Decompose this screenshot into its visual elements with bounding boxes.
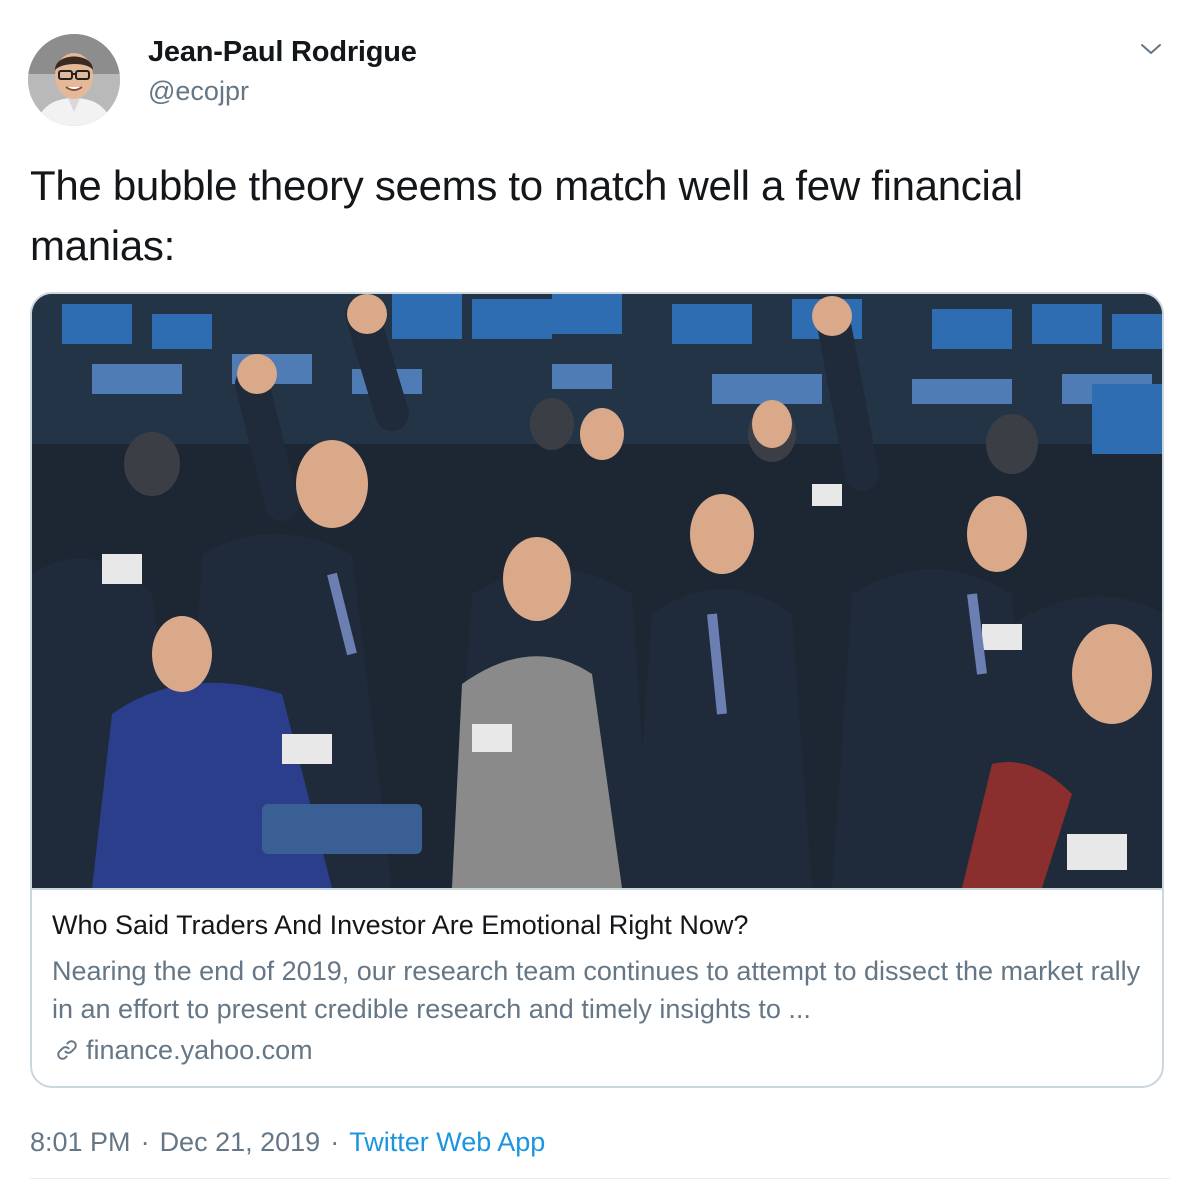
avatar-photo (28, 34, 120, 126)
divider (30, 1178, 1170, 1179)
chevron-down-icon (1141, 44, 1161, 54)
tweet-meta: 8:01 PM · Dec 21, 2019 · Twitter Web App (30, 1122, 545, 1162)
card-domain-row[interactable]: finance.yahoo.com (54, 1032, 313, 1068)
more-options-button[interactable] (1134, 34, 1168, 64)
link-card[interactable]: Who Said Traders And Investor Are Emotio… (30, 292, 1164, 1088)
card-description: Nearing the end of 2019, our research te… (52, 956, 1141, 1024)
author-name[interactable]: Jean-Paul Rodrigue (148, 36, 417, 69)
card-image[interactable] (32, 294, 1162, 888)
author-handle[interactable]: @ecojpr (148, 76, 249, 107)
tweet-time[interactable]: 8:01 PM (30, 1127, 131, 1158)
meta-separator: · (330, 1126, 340, 1157)
tweet-source-link[interactable]: Twitter Web App (349, 1127, 545, 1158)
tweet-text: The bubble theory seems to match well a … (30, 162, 1023, 269)
card-title[interactable]: Who Said Traders And Investor Are Emotio… (52, 910, 1142, 941)
meta-separator: · (140, 1126, 150, 1157)
tweet-date[interactable]: Dec 21, 2019 (160, 1127, 321, 1158)
card-divider (32, 888, 1162, 890)
link-icon (57, 1040, 77, 1060)
trading-floor-photo (32, 294, 1162, 888)
tweet: Jean-Paul Rodrigue @ecojpr The bubble th… (0, 0, 1200, 1180)
card-domain: finance.yahoo.com (86, 1034, 313, 1065)
avatar[interactable] (28, 34, 120, 126)
